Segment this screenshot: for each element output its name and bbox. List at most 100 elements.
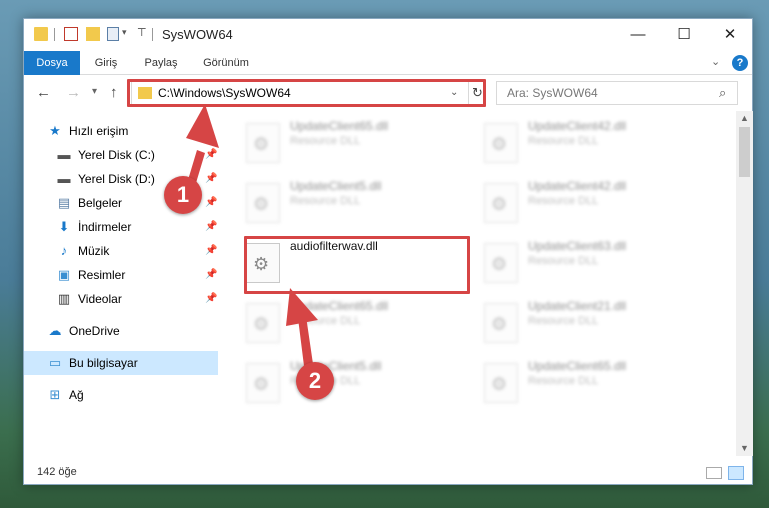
sidebar-item-onedrive[interactable]: ☁ OneDrive (24, 319, 218, 343)
back-arrow-icon[interactable]: ← (36, 84, 51, 101)
dll-file-icon: ⚙ (484, 303, 518, 343)
recent-locations-icon[interactable]: ▾ (92, 86, 97, 97)
sidebar-item-label: Videolar (78, 292, 122, 306)
file-item[interactable]: ⚙ UpdateClient65.dll Resource DLL (238, 295, 466, 349)
details-view-icon[interactable] (706, 467, 722, 479)
gear-icon: ⚙ (253, 134, 270, 154)
properties-icon[interactable] (107, 27, 119, 41)
gear-icon: ⚙ (491, 374, 508, 394)
scroll-down-icon[interactable]: ▼ (740, 443, 749, 453)
sidebar-item-disk-c[interactable]: ▬ Yerel Disk (C:) 📌 (24, 143, 218, 167)
status-bar: 142 öğe (24, 462, 752, 484)
sidebar-item-label: Yerel Disk (C:) (78, 148, 155, 162)
large-icons-view-icon[interactable] (728, 466, 744, 480)
sidebar-item-music[interactable]: ♪ Müzik 📌 (24, 239, 218, 263)
file-type: Resource DLL (528, 135, 599, 147)
file-type: Resource DLL (290, 315, 361, 327)
search-icon[interactable]: ⌕ (719, 85, 726, 101)
window-title: SysWOW64 (162, 27, 233, 42)
tab-file[interactable]: Dosya (24, 51, 80, 75)
pin-icon[interactable]: 📌 (205, 167, 217, 191)
file-type: Resource DLL (528, 315, 599, 327)
pictures-icon: ▣ (57, 267, 71, 282)
file-name: UpdateClient65.dll (528, 359, 627, 373)
file-name: UpdateClient65.dll (290, 119, 389, 133)
tab-share[interactable]: Paylaş (136, 51, 186, 75)
gear-icon: ⚙ (253, 314, 270, 334)
sidebar-item-pictures[interactable]: ▣ Resimler 📌 (24, 263, 218, 287)
close-icon: ✕ (723, 26, 737, 43)
sidebar-item-label: İndirmeler (78, 220, 132, 234)
pin-icon[interactable]: 📌 (205, 287, 217, 311)
dll-file-icon: ⚙ (484, 183, 518, 223)
sidebar-item-this-pc[interactable]: ▭ Bu bilgisayar (24, 351, 218, 375)
sidebar-item-label: Müzik (78, 244, 110, 258)
close-button[interactable]: ✕ (707, 19, 753, 51)
dll-file-icon: ⚙ (246, 303, 280, 343)
file-type: Resource DLL (528, 375, 599, 387)
step-1-badge: 1 (164, 176, 202, 214)
gear-icon: ⚙ (491, 134, 508, 154)
file-name: UpdateClient42.dll (528, 179, 627, 193)
file-item[interactable]: ⚙ UpdateClient63.dll Resource DLL (476, 235, 704, 289)
sidebar-item-label: Yerel Disk (D:) (78, 172, 155, 186)
pin-icon[interactable]: 📌 (205, 215, 217, 239)
sidebar-item-videos[interactable]: ▥ Videolar 📌 (24, 287, 218, 311)
chevron-down-icon[interactable]: ▾ (122, 27, 127, 38)
file-item[interactable]: ⚙ UpdateClient21.dll Resource DLL (476, 295, 704, 349)
file-item[interactable]: ⚙ UpdateClient65.dll Resource DLL (238, 115, 466, 169)
maximize-button[interactable]: ☐ (661, 19, 707, 51)
dll-file-icon: ⚙ (484, 123, 518, 163)
cloud-icon: ☁ (48, 323, 62, 338)
network-icon: ⊞ (49, 387, 61, 402)
item-count: 142 öğe (37, 466, 77, 478)
search-input[interactable]: Ara: SysWOW64 ⌕ (496, 81, 738, 105)
dll-file-icon: ⚙ (484, 363, 518, 403)
sidebar-item-downloads[interactable]: ⬇ İndirmeler 📌 (24, 215, 218, 239)
documents-icon: ▤ (57, 195, 71, 210)
minimize-button[interactable]: — (615, 19, 661, 51)
maximize-icon: ☐ (677, 26, 691, 43)
properties-check-icon[interactable] (64, 27, 78, 41)
expand-ribbon-icon[interactable]: ⌄ (711, 55, 720, 68)
file-type: Resource DLL (290, 135, 361, 147)
file-item[interactable]: ⚙ UpdateClient5.dll Resource DLL (238, 355, 466, 409)
file-item[interactable]: ⚙ UpdateClient65.dll Resource DLL (476, 355, 704, 409)
gear-icon: ⚙ (491, 254, 508, 274)
customize-toolbar-icon[interactable]: ⊤ (137, 26, 147, 39)
drive-icon: ▬ (57, 171, 71, 186)
tab-view[interactable]: Görünüm (196, 51, 256, 75)
file-type: Resource DLL (528, 195, 599, 207)
new-folder-icon[interactable] (86, 27, 100, 41)
pin-icon[interactable]: 📌 (205, 191, 217, 215)
pin-icon[interactable]: 📌 (205, 263, 217, 287)
pin-icon[interactable]: 📌 (205, 239, 217, 263)
address-highlight-box (127, 79, 486, 107)
navigation-bar: ← → ▾ ↑ C:\Windows\SysWOW64 ⌄ ↻ Ara: Sys… (24, 76, 752, 110)
vertical-scrollbar[interactable]: ▲ ▼ (736, 111, 753, 456)
file-type: Resource DLL (528, 255, 599, 267)
file-item[interactable]: ⚙ UpdateClient5.dll Resource DLL (238, 175, 466, 229)
file-highlight-box (244, 236, 470, 294)
computer-icon: ▭ (48, 355, 62, 370)
folder-icon[interactable] (34, 27, 48, 41)
dll-file-icon: ⚙ (246, 363, 280, 403)
gear-icon: ⚙ (253, 374, 270, 394)
tab-home[interactable]: Giriş (88, 51, 124, 75)
sidebar-item-label: OneDrive (69, 324, 120, 338)
scroll-up-icon[interactable]: ▲ (740, 113, 749, 123)
sidebar-item-label: Bu bilgisayar (69, 356, 138, 370)
scrollbar-thumb[interactable] (739, 127, 750, 177)
step-2-badge: 2 (296, 362, 334, 400)
gear-icon: ⚙ (491, 194, 508, 214)
download-icon: ⬇ (58, 219, 70, 234)
sidebar-item-network[interactable]: ⊞ Ağ (24, 383, 218, 407)
sidebar-item-quick-access[interactable]: ★ Hızlı erişim (24, 119, 218, 143)
forward-arrow-icon[interactable]: → (66, 84, 81, 101)
up-arrow-icon[interactable]: ↑ (110, 84, 118, 101)
file-item[interactable]: ⚙ UpdateClient42.dll Resource DLL (476, 115, 704, 169)
file-item[interactable]: ⚙ UpdateClient42.dll Resource DLL (476, 175, 704, 229)
pin-icon[interactable]: 📌 (205, 143, 217, 167)
title-separator (152, 28, 153, 41)
help-icon[interactable]: ? (732, 55, 748, 71)
